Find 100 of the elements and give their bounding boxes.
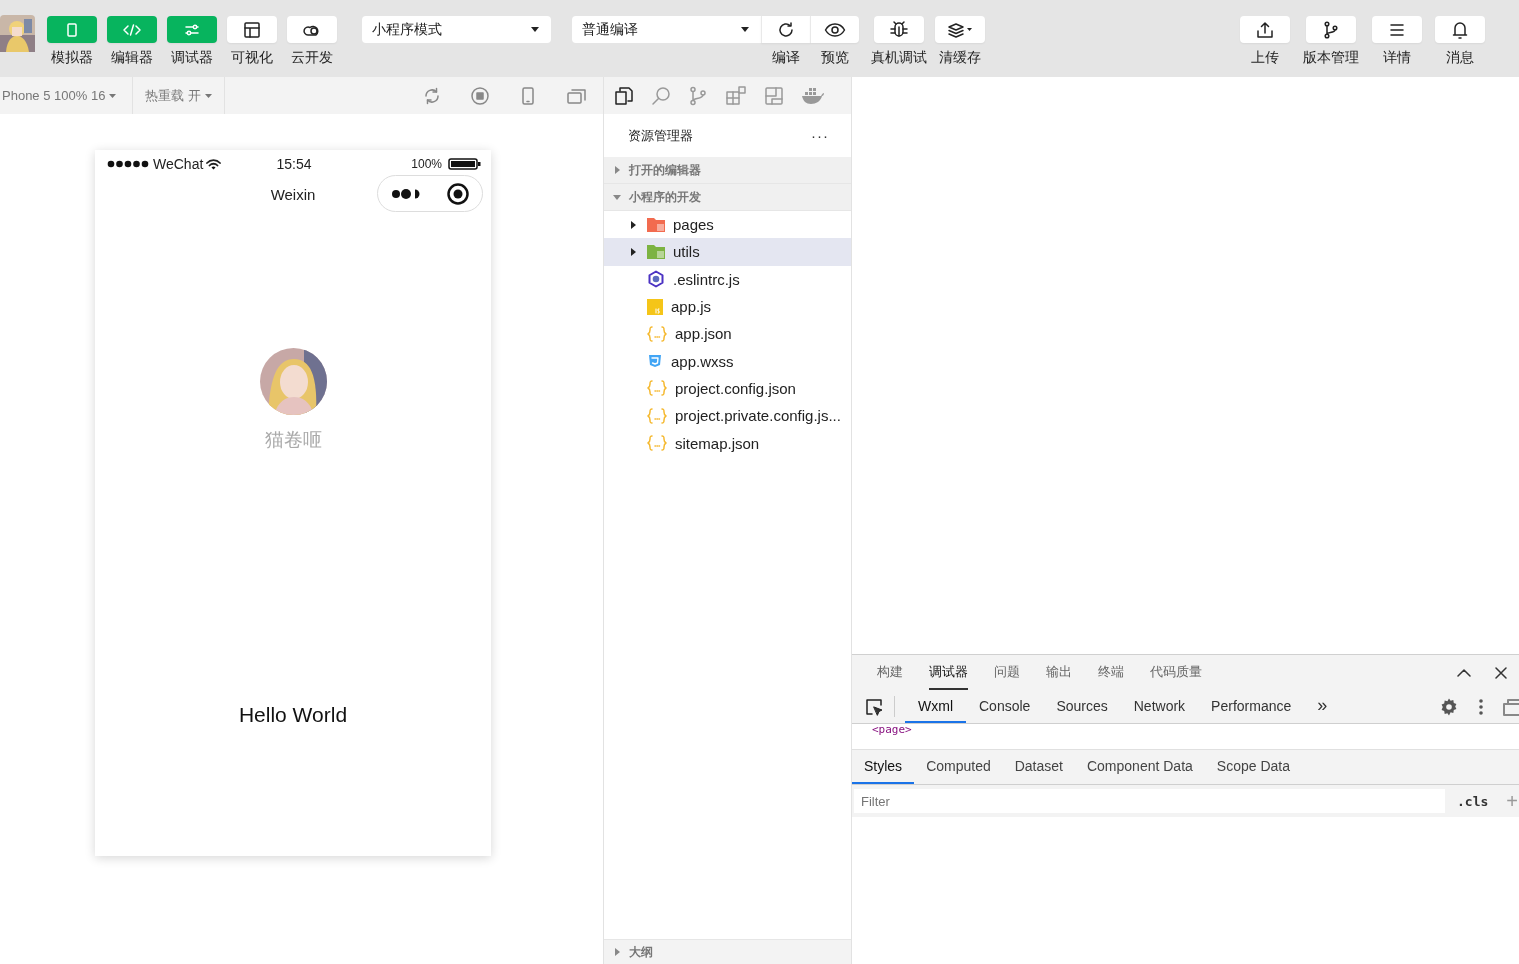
file-tree-item[interactable]: utils (604, 238, 851, 266)
status-time: 15:54 (276, 156, 312, 172)
phone-icon (64, 21, 80, 38)
toolbar-label: 清缓存 (939, 49, 981, 67)
branch-icon[interactable] (688, 85, 708, 106)
filter-field[interactable]: Filter (854, 789, 1445, 813)
bug-button[interactable] (874, 16, 924, 43)
file-tree-item[interactable]: .eslintrc.js (604, 265, 851, 293)
cls-button[interactable]: .cls (1457, 793, 1489, 809)
caret-icon (109, 93, 117, 98)
toolbar-label: 云开发 (291, 49, 333, 67)
capsule-button[interactable] (377, 175, 483, 212)
panel-title: 资源管理器 (628, 126, 693, 145)
devtools-tab[interactable]: Sources (1043, 690, 1121, 723)
panel-tab[interactable]: 问题 (994, 655, 1020, 690)
close-icon[interactable] (1495, 666, 1507, 679)
folder-icon (647, 217, 665, 233)
kebab-menu-icon[interactable] (1479, 697, 1483, 716)
toolbar-label: 模拟器 (51, 49, 93, 67)
hot-reload-dropdown[interactable]: 热重载 开 (145, 86, 212, 105)
bell-button[interactable] (1435, 16, 1485, 43)
devtools-tab[interactable]: Network (1120, 690, 1199, 723)
stop-icon[interactable] (470, 85, 490, 106)
device-dropdown[interactable]: Phone 5 100% 16 (2, 88, 132, 103)
braces-icon (647, 325, 667, 342)
eye-button[interactable] (810, 16, 859, 43)
panel-tab[interactable]: 构建 (877, 655, 903, 690)
js-file-icon (647, 298, 663, 315)
refresh-button[interactable] (761, 16, 810, 43)
styles-tab[interactable]: Scope Data (1204, 750, 1302, 784)
more-button[interactable]: ··· (811, 127, 829, 144)
more-icon (390, 187, 421, 200)
toolbar-label: 编辑器 (111, 49, 153, 67)
settings-icon[interactable] (1439, 696, 1459, 717)
hello-text: Hello World (238, 703, 348, 727)
file-tree-item[interactable]: app.wxss (604, 347, 851, 375)
user-nickname: 猫卷咂 (264, 428, 322, 452)
caret-icon (204, 93, 212, 98)
styles-tab[interactable]: Component Data (1074, 750, 1205, 784)
refresh-icon[interactable] (422, 85, 442, 106)
braces-icon (647, 380, 667, 397)
toolbar-label: 编译 (771, 49, 800, 67)
toolbar-label: 上传 (1251, 49, 1279, 67)
inspect-icon[interactable] (864, 696, 884, 717)
toolbar-label: 可视化 (231, 49, 273, 67)
section-header[interactable]: 小程序的开发 (604, 184, 851, 211)
layout-icon (243, 20, 261, 39)
sliders-button[interactable] (167, 16, 217, 43)
whale-icon[interactable] (801, 86, 825, 105)
styles-tab[interactable]: Dataset (1002, 750, 1075, 784)
layers-icon (947, 21, 973, 38)
branch-button[interactable] (1306, 16, 1356, 43)
caret-icon (741, 27, 749, 32)
file-tree-item[interactable]: project.private.config.js... (604, 402, 851, 430)
eye-icon (824, 21, 846, 38)
braces-icon (647, 407, 667, 424)
carrier-name: WeChat (153, 156, 204, 172)
panel-tab[interactable]: 终端 (1098, 655, 1124, 690)
file-tree-item[interactable]: pages (604, 211, 851, 239)
panel-tab[interactable]: 代码质量 (1150, 655, 1202, 690)
cloud-button[interactable] (287, 16, 337, 43)
styles-tab[interactable]: Computed (914, 750, 1003, 784)
layers-button[interactable] (935, 16, 985, 43)
section-header[interactable]: 大纲 (604, 939, 851, 964)
devtools-tab[interactable]: Performance (1198, 690, 1305, 723)
toolbar-label: 版本管理 (1303, 49, 1359, 67)
battery-icon (448, 158, 481, 170)
chevron-up-icon[interactable] (1457, 668, 1471, 677)
toolbar-label: 调试器 (171, 49, 213, 67)
toolbar-label: 真机调试 (871, 49, 927, 67)
panel-tab[interactable]: 输出 (1046, 655, 1072, 690)
hexagon-icon (647, 270, 665, 289)
braces-icon (647, 435, 667, 451)
file-tree-item[interactable]: app.js (604, 292, 851, 321)
files-icon[interactable] (614, 85, 634, 106)
dock-icon[interactable] (1503, 697, 1519, 716)
file-tree-item[interactable]: project.config.json (604, 374, 851, 403)
code-icon (122, 21, 142, 38)
close-target-icon (445, 181, 470, 206)
mode-select[interactable]: 小程序模式 (362, 16, 551, 43)
signal-dots-icon (107, 160, 150, 168)
devtools-tab[interactable]: Console (966, 690, 1044, 723)
refresh-icon (777, 20, 795, 39)
toolbar-label: 预览 (820, 49, 849, 67)
more-tabs-button[interactable]: » (1304, 690, 1341, 723)
css-file-icon (647, 353, 663, 370)
layout-button[interactable] (227, 16, 277, 43)
file-tree-item[interactable]: sitemap.json (604, 429, 851, 457)
bug-icon (888, 19, 910, 40)
battery-percent: 100% (411, 157, 442, 171)
menu-button[interactable] (1372, 16, 1422, 43)
toolbar-label: 详情 (1383, 49, 1411, 67)
devtools-tab[interactable]: Wxml (905, 690, 966, 723)
file-tree-item[interactable]: app.json (604, 320, 851, 348)
compile-select[interactable]: 普通编译 (572, 16, 761, 43)
search-icon[interactable] (651, 85, 671, 106)
nav-title: Weixin (270, 185, 316, 203)
section-header[interactable]: 打开的编辑器 (604, 157, 851, 184)
toolbar-label: 消息 (1446, 49, 1474, 67)
upload-button[interactable] (1240, 16, 1290, 43)
